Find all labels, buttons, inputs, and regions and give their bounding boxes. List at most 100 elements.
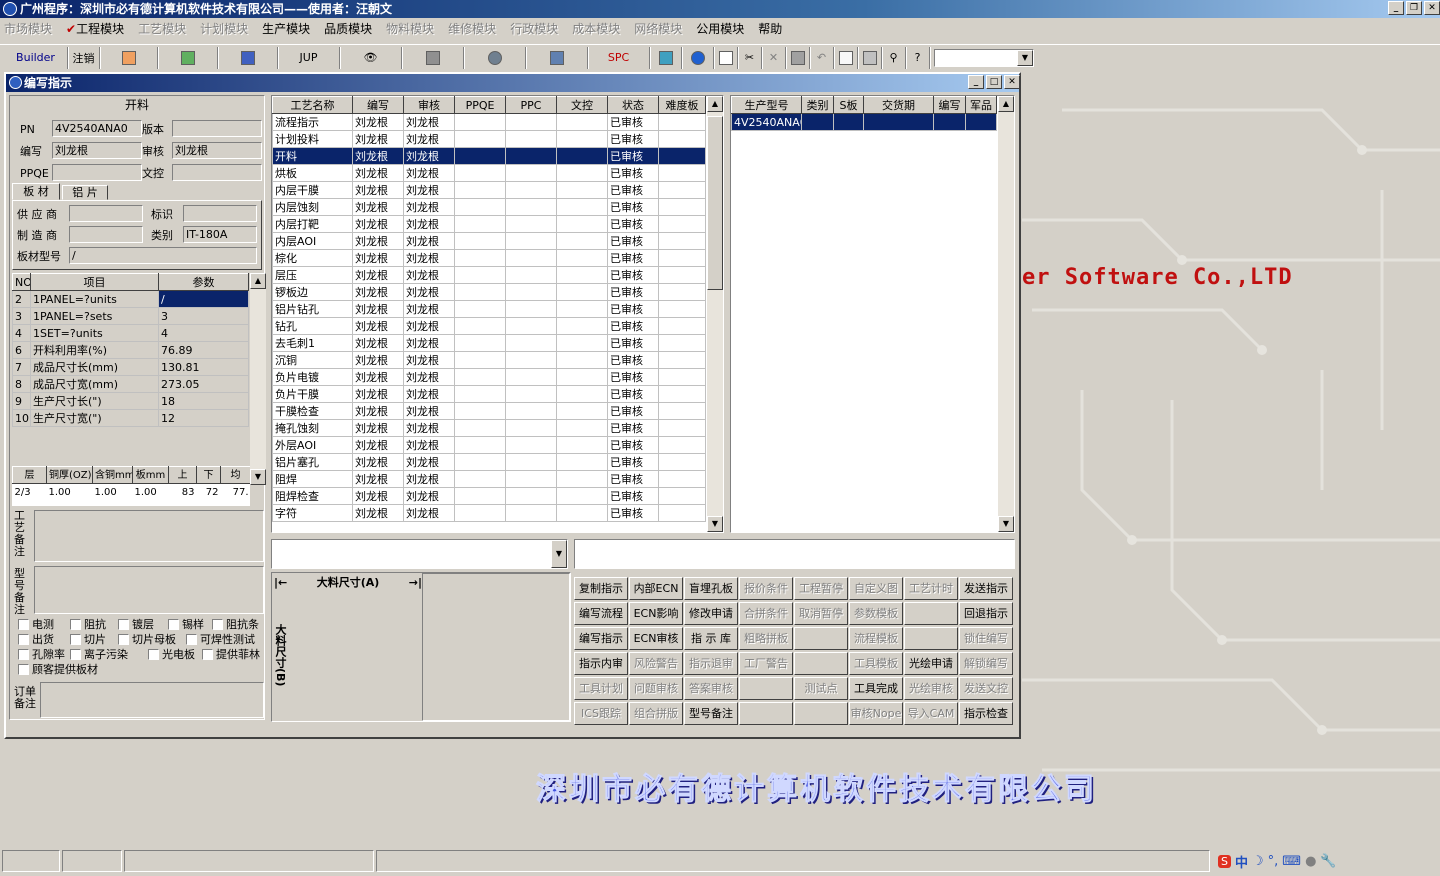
action-button[interactable]: 测试点 xyxy=(794,677,848,700)
action-button[interactable]: ICS跟踪 xyxy=(574,702,628,725)
action-button[interactable]: 编写指示 xyxy=(574,627,628,650)
param-header[interactable]: NO xyxy=(12,273,31,291)
action-button[interactable]: 指示检查 xyxy=(959,702,1013,725)
checkbox-option[interactable]: 阻抗条 xyxy=(212,616,259,632)
action-button[interactable]: 取消暂停 xyxy=(794,602,848,625)
checkbox-box[interactable] xyxy=(70,648,81,660)
checkbox-option[interactable]: 提供菲林 xyxy=(202,646,260,662)
process-header[interactable]: PPQE xyxy=(454,96,506,114)
action-button[interactable]: 锁住编写 xyxy=(959,627,1013,650)
action-button[interactable]: 流程模板 xyxy=(849,627,903,650)
reviewer-field[interactable]: 刘龙根 xyxy=(172,142,262,159)
menu-item-3[interactable]: 计划模块 xyxy=(200,20,248,37)
param-row[interactable]: 9 生产尺寸长(") 18 xyxy=(12,392,249,410)
model-header[interactable]: S板 xyxy=(833,96,864,114)
process-header[interactable]: PPC xyxy=(505,96,557,114)
toolbar-combo[interactable]: ▼ xyxy=(934,48,1034,67)
process-row[interactable]: 内层AOI 刘龙根 刘龙根 已审核 xyxy=(272,232,706,250)
checkbox-box[interactable] xyxy=(118,618,129,630)
writer-field[interactable]: 刘龙根 xyxy=(52,142,142,159)
process-header[interactable]: 审核 xyxy=(403,96,455,114)
param-row[interactable]: 8 成品尺寸宽(mm) 273.05 xyxy=(12,375,249,393)
cut-button[interactable]: ✂ xyxy=(738,46,762,69)
checkbox-box[interactable] xyxy=(118,633,129,645)
param-row[interactable]: 6 开料利用率(%) 76.89 xyxy=(12,341,249,359)
save-button[interactable] xyxy=(786,46,810,69)
param-row[interactable]: 10 生产尺寸宽(") 12 xyxy=(12,409,249,427)
menu-item-10[interactable]: 网络模块 xyxy=(634,20,682,37)
checkbox-box[interactable] xyxy=(18,618,29,630)
process-row[interactable]: 去毛刺1 刘龙根 刘龙根 已审核 xyxy=(272,334,706,352)
model-scrollbar[interactable]: ▲ ▼ xyxy=(998,96,1014,532)
process-row[interactable]: 铝片钻孔 刘龙根 刘龙根 已审核 xyxy=(272,300,706,318)
action-button[interactable]: 审核Nope xyxy=(849,702,903,725)
database-button[interactable] xyxy=(402,46,464,69)
checkbox-box[interactable] xyxy=(18,648,29,660)
action-button[interactable]: 型号备注 xyxy=(684,702,738,725)
spc-button[interactable]: SPC xyxy=(588,46,650,69)
menu-item-5[interactable]: 品质模块 xyxy=(324,20,372,37)
mark-field[interactable] xyxy=(183,205,257,222)
model-row[interactable]: 4V2540ANA0 xyxy=(731,113,997,131)
action-button[interactable]: 自定义图 xyxy=(849,577,903,600)
model-header[interactable]: 编写 xyxy=(933,96,966,114)
delete-button[interactable]: ✕ xyxy=(762,46,786,69)
menu-item-2[interactable]: 工艺模块 xyxy=(138,20,186,37)
checkbox-option[interactable]: 出货 xyxy=(18,631,54,647)
param-row[interactable]: 3 1PANEL=?sets 3 xyxy=(12,307,249,325)
order-note-field[interactable] xyxy=(40,682,264,718)
menu-item-7[interactable]: 维修模块 xyxy=(448,20,496,37)
ime-tray[interactable]: S 中 ☽ °, ⌨ ● 🔧 xyxy=(1218,852,1337,871)
process-row[interactable]: 棕化 刘龙根 刘龙根 已审核 xyxy=(272,249,706,267)
checkbox-box[interactable] xyxy=(148,648,159,660)
chevron-down-icon[interactable]: ▼ xyxy=(551,540,567,568)
checkbox-box[interactable] xyxy=(70,633,81,645)
action-button[interactable]: ECN影响 xyxy=(629,602,683,625)
action-button[interactable] xyxy=(794,702,848,725)
action-button[interactable] xyxy=(794,652,848,675)
scroll-up-icon[interactable]: ▲ xyxy=(998,96,1014,112)
action-button[interactable]: ECN审核 xyxy=(629,627,683,650)
action-button[interactable]: 内部ECN xyxy=(629,577,683,600)
process-row[interactable]: 负片干膜 刘龙根 刘龙根 已审核 xyxy=(272,385,706,403)
param-scrollbar[interactable]: ▲ ▼ xyxy=(250,273,266,485)
view-button[interactable]: 👁 xyxy=(340,46,402,69)
process-header[interactable]: 文控 xyxy=(556,96,608,114)
action-button[interactable]: 粗略拼板 xyxy=(739,627,793,650)
checkbox-box[interactable] xyxy=(212,618,223,630)
param-cell[interactable]: 4 xyxy=(158,324,249,342)
action-button[interactable]: 组合拼版 xyxy=(629,702,683,725)
action-button[interactable]: 解锁编写 xyxy=(959,652,1013,675)
jup-button[interactable]: JUP xyxy=(278,46,340,69)
new-button[interactable] xyxy=(714,46,738,69)
tools-button[interactable] xyxy=(464,46,526,69)
model-header[interactable]: 生产型号 xyxy=(731,96,802,114)
action-button[interactable]: 问题审核 xyxy=(629,677,683,700)
param-row[interactable]: 4 1SET=?units 4 xyxy=(12,324,249,342)
param-header[interactable]: 参数 xyxy=(158,273,249,291)
action-button[interactable]: 盲埋孔板 xyxy=(684,577,738,600)
scroll-up-icon[interactable]: ▲ xyxy=(250,273,266,289)
action-button[interactable]: 参数模板 xyxy=(849,602,903,625)
process-row[interactable]: 干膜检查 刘龙根 刘龙根 已审核 xyxy=(272,402,706,420)
action-button[interactable]: 编写流程 xyxy=(574,602,628,625)
param-cell[interactable]: 273.05 xyxy=(158,375,249,393)
print-button[interactable] xyxy=(858,46,882,69)
action-button[interactable]: 工艺计时 xyxy=(904,577,958,600)
checkbox-box[interactable] xyxy=(70,618,81,630)
process-row[interactable]: 掩孔蚀刻 刘龙根 刘龙根 已审核 xyxy=(272,419,706,437)
refresh-button[interactable] xyxy=(650,46,682,69)
word-button[interactable] xyxy=(218,46,278,69)
action-button[interactable]: 工程暂停 xyxy=(794,577,848,600)
builder-button[interactable]: Builder xyxy=(4,46,68,69)
checkbox-option[interactable]: 镀层 xyxy=(118,616,154,632)
child-maximize-icon[interactable]: □ xyxy=(986,75,1002,89)
action-button[interactable]: 发送指示 xyxy=(959,577,1013,600)
child-close-icon[interactable]: ✕ xyxy=(1004,75,1020,89)
action-button[interactable]: 工具完成 xyxy=(849,677,903,700)
action-button[interactable]: 工具模板 xyxy=(849,652,903,675)
action-button[interactable]: 修改申请 xyxy=(684,602,738,625)
action-button[interactable]: 复制指示 xyxy=(574,577,628,600)
scroll-up-icon[interactable]: ▲ xyxy=(707,96,723,112)
action-button[interactable]: 工具计划 xyxy=(574,677,628,700)
